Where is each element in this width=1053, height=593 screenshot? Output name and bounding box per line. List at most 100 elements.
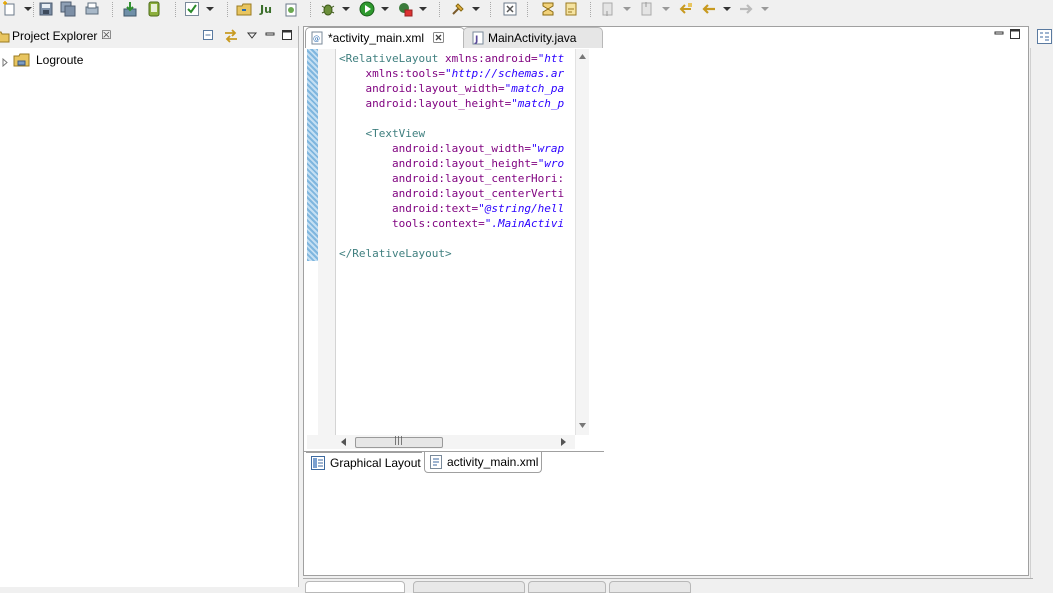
last-edit-icon[interactable] <box>563 1 579 17</box>
sdk-manager-icon[interactable] <box>122 1 138 17</box>
svg-text:Ju: Ju <box>259 3 272 16</box>
code-line: android:layout_height="match_p <box>339 96 575 111</box>
previous-annotation-icon[interactable] <box>639 1 655 17</box>
lint-icon[interactable] <box>184 1 200 17</box>
save-icon[interactable] <box>38 1 54 17</box>
horizontal-scrollbar[interactable]: ||| <box>307 435 575 449</box>
next-annotation-dropdown-icon[interactable] <box>623 7 631 11</box>
tab-activity-main-xml-source[interactable]: activity_main.xml <box>424 452 542 473</box>
search-icon[interactable] <box>450 1 466 17</box>
code-text[interactable]: <RelativeLayout xmlns:android="htt xmlns… <box>339 51 575 435</box>
external-tools-dropdown-icon[interactable] <box>419 7 427 11</box>
toolbar-separator <box>590 2 592 17</box>
scroll-thumb-grip: ||| <box>394 436 404 446</box>
code-line: android:layout_centerHori: <box>339 171 575 186</box>
toolbar-separator <box>490 2 492 17</box>
minimize-icon[interactable] <box>993 28 1005 40</box>
tree-item-logroute[interactable]: Logroute <box>2 52 122 70</box>
lint-dropdown-icon[interactable] <box>206 7 214 11</box>
panel-splitter[interactable] <box>298 26 299 587</box>
line-ruler <box>318 49 336 435</box>
bottom-tab[interactable] <box>305 581 405 593</box>
toolbar-separator <box>175 2 177 17</box>
scroll-right-icon[interactable] <box>561 438 566 446</box>
code-line: android:text="@string/hell <box>339 201 575 216</box>
new-dropdown-icon[interactable] <box>24 7 32 11</box>
external-tools-icon[interactable] <box>397 1 413 17</box>
new-junit-icon[interactable]: Ju <box>259 1 275 17</box>
bottom-tab[interactable] <box>609 581 691 593</box>
svg-text:@: @ <box>313 35 320 43</box>
svg-text:J: J <box>474 35 478 45</box>
bottom-tab[interactable] <box>413 581 525 593</box>
run-icon[interactable] <box>359 1 375 17</box>
code-token: android:text= <box>339 202 479 215</box>
run-dropdown-icon[interactable] <box>381 7 389 11</box>
maximize-icon[interactable] <box>281 29 293 41</box>
folder-icon <box>0 29 10 43</box>
search-dropdown-icon[interactable] <box>472 7 480 11</box>
code-token: android:layout_width= <box>339 82 505 95</box>
link-with-editor-icon[interactable] <box>223 29 239 43</box>
collapse-all-icon[interactable] <box>202 29 214 41</box>
maximize-icon[interactable] <box>1009 28 1021 40</box>
tree-item-label: Logroute <box>36 53 84 67</box>
tab-mainactivity-java[interactable]: J MainActivity.java <box>463 27 603 48</box>
open-type-icon[interactable] <box>236 1 252 17</box>
minimize-icon[interactable] <box>264 29 276 41</box>
code-token: xmlns:android= <box>444 52 538 65</box>
code-token: "wro <box>537 157 565 170</box>
code-token: ".MainActivi <box>484 217 565 230</box>
open-task-icon[interactable] <box>502 1 518 17</box>
tab-label: *activity_main.xml <box>328 31 425 45</box>
avd-manager-icon[interactable] <box>146 1 162 17</box>
code-token: "match_p <box>511 97 565 110</box>
back-icon[interactable] <box>701 1 717 17</box>
bottom-tab[interactable] <box>528 581 606 593</box>
project-explorer-title[interactable]: Project Explorer <box>12 29 97 43</box>
code-token: android:layout_centerVerti <box>339 187 565 200</box>
toolbar-separator <box>112 2 114 17</box>
tab-label: MainActivity.java <box>488 31 577 45</box>
scroll-down-icon[interactable] <box>579 423 586 428</box>
code-line: tools:context=".MainActivi <box>339 216 575 231</box>
code-token: tools:context= <box>339 217 485 230</box>
new-icon[interactable] <box>2 1 18 17</box>
tab-activity-main-xml[interactable]: @ *activity_main.xml <box>305 27 465 48</box>
xml-source-editor[interactable]: <RelativeLayout xmlns:android="htt xmlns… <box>307 49 589 435</box>
close-icon[interactable]: ☒ <box>101 28 112 42</box>
toolbar-separator <box>227 2 229 17</box>
xml-source-icon <box>429 455 443 472</box>
graphical-layout-icon <box>311 456 325 473</box>
toolbar-separator <box>527 2 529 17</box>
code-token: "http://schemas.ar <box>444 67 565 80</box>
scroll-left-icon[interactable] <box>341 438 346 446</box>
forward-icon[interactable] <box>738 1 754 17</box>
vertical-scrollbar[interactable] <box>575 49 589 435</box>
right-trim-stack <box>1030 48 1053 578</box>
save-all-icon[interactable] <box>60 1 76 17</box>
skip-breakpoints-icon[interactable] <box>540 1 556 17</box>
forward-dropdown-icon[interactable] <box>761 7 769 11</box>
debug-dropdown-icon[interactable] <box>342 7 350 11</box>
outline-view-icon[interactable] <box>1036 26 1053 46</box>
code-line: android:layout_centerVerti <box>339 186 575 201</box>
tab-graphical-layout[interactable]: Graphical Layout <box>306 452 422 473</box>
code-line: xmlns:tools="http://schemas.ar <box>339 66 575 81</box>
scroll-thumb[interactable]: ||| <box>355 436 443 448</box>
close-icon[interactable] <box>433 32 444 46</box>
last-edit-location-icon[interactable] <box>677 1 693 17</box>
new-project-icon[interactable] <box>283 1 299 17</box>
project-folder-icon <box>13 52 31 71</box>
debug-icon[interactable] <box>320 1 336 17</box>
change-ruler <box>307 49 318 261</box>
expand-arrow-icon[interactable] <box>2 56 8 70</box>
print-icon[interactable] <box>84 1 100 17</box>
code-token: "htt <box>537 52 565 65</box>
code-token: xmlns:tools= <box>339 67 445 80</box>
view-menu-icon[interactable] <box>246 29 258 41</box>
back-dropdown-icon[interactable] <box>723 7 731 11</box>
scroll-up-icon[interactable] <box>579 54 586 59</box>
next-annotation-icon[interactable] <box>600 1 616 17</box>
previous-annotation-dropdown-icon[interactable] <box>662 7 670 11</box>
